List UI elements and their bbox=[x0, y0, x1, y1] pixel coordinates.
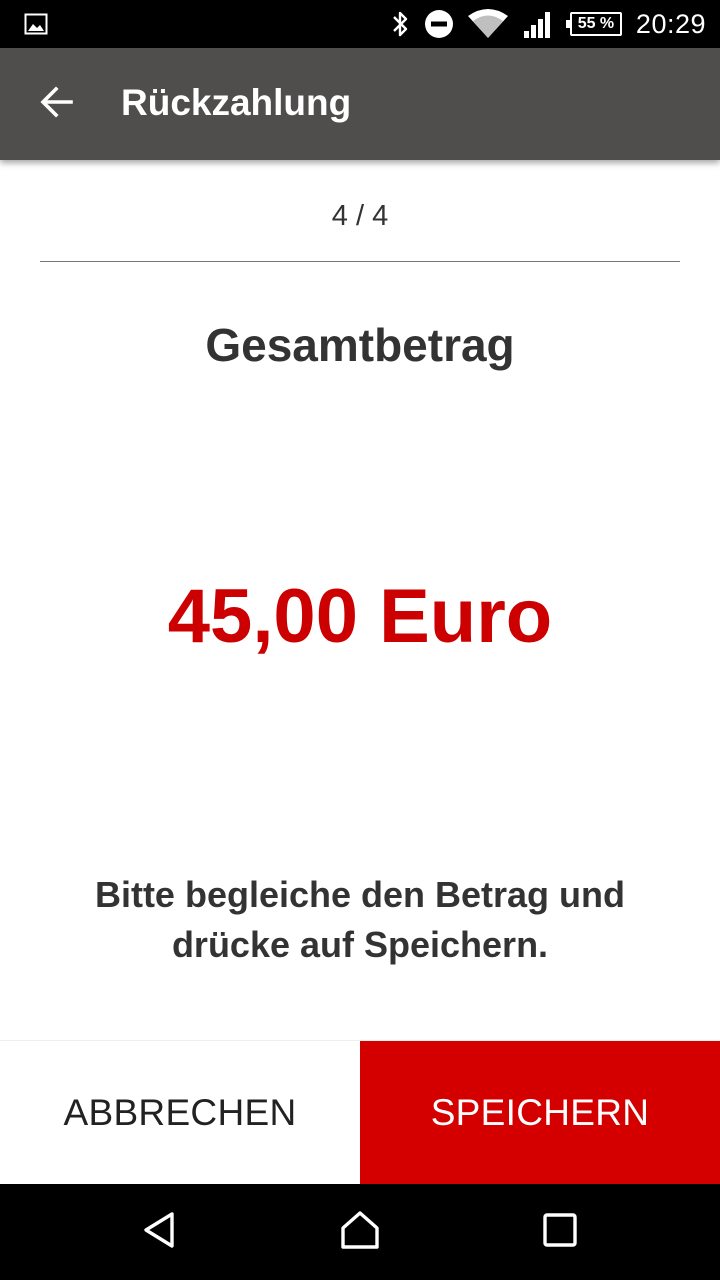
wifi-icon bbox=[467, 8, 508, 40]
divider bbox=[40, 261, 680, 262]
bluetooth-icon bbox=[390, 9, 410, 39]
status-icons: 55 % 20:29 bbox=[376, 0, 706, 48]
battery-level: 55 % bbox=[577, 15, 615, 32]
total-heading: Gesamtbetrag bbox=[205, 319, 515, 371]
clock: 20:29 bbox=[635, 8, 706, 39]
screen: 55 % 20:29 Rückzahlung 4 / 4 Gesamtbetra… bbox=[0, 0, 720, 1280]
step-indicator: 4 / 4 bbox=[331, 200, 389, 232]
cell-signal-icon bbox=[522, 9, 554, 39]
page-title: Rückzahlung bbox=[121, 82, 352, 123]
image-notification-icon bbox=[24, 12, 48, 36]
back-triangle-icon bbox=[140, 1210, 180, 1255]
nav-back-button[interactable] bbox=[136, 1208, 184, 1256]
nav-home-button[interactable] bbox=[336, 1208, 384, 1256]
instruction-text: Bitte begleiche den Betrag und drücke au… bbox=[94, 874, 626, 965]
back-button[interactable] bbox=[28, 80, 84, 128]
arrow-back-icon bbox=[38, 84, 74, 125]
nav-recents-button[interactable] bbox=[536, 1208, 584, 1256]
cancel-button[interactable]: ABBRECHEN bbox=[0, 1041, 360, 1185]
recents-icon bbox=[542, 1212, 578, 1253]
home-icon bbox=[339, 1209, 381, 1256]
battery-icon: 55 % bbox=[565, 12, 622, 36]
save-button[interactable]: SPEICHERN bbox=[360, 1041, 720, 1185]
system-nav-bar bbox=[0, 1184, 720, 1280]
total-amount: 45,00 Euro bbox=[167, 574, 553, 659]
status-bar: 55 % 20:29 bbox=[0, 0, 720, 48]
action-buttons: ABBRECHEN SPEICHERN bbox=[0, 1040, 720, 1185]
do-not-disturb-icon bbox=[424, 9, 454, 39]
app-bar: Rückzahlung bbox=[0, 48, 720, 160]
